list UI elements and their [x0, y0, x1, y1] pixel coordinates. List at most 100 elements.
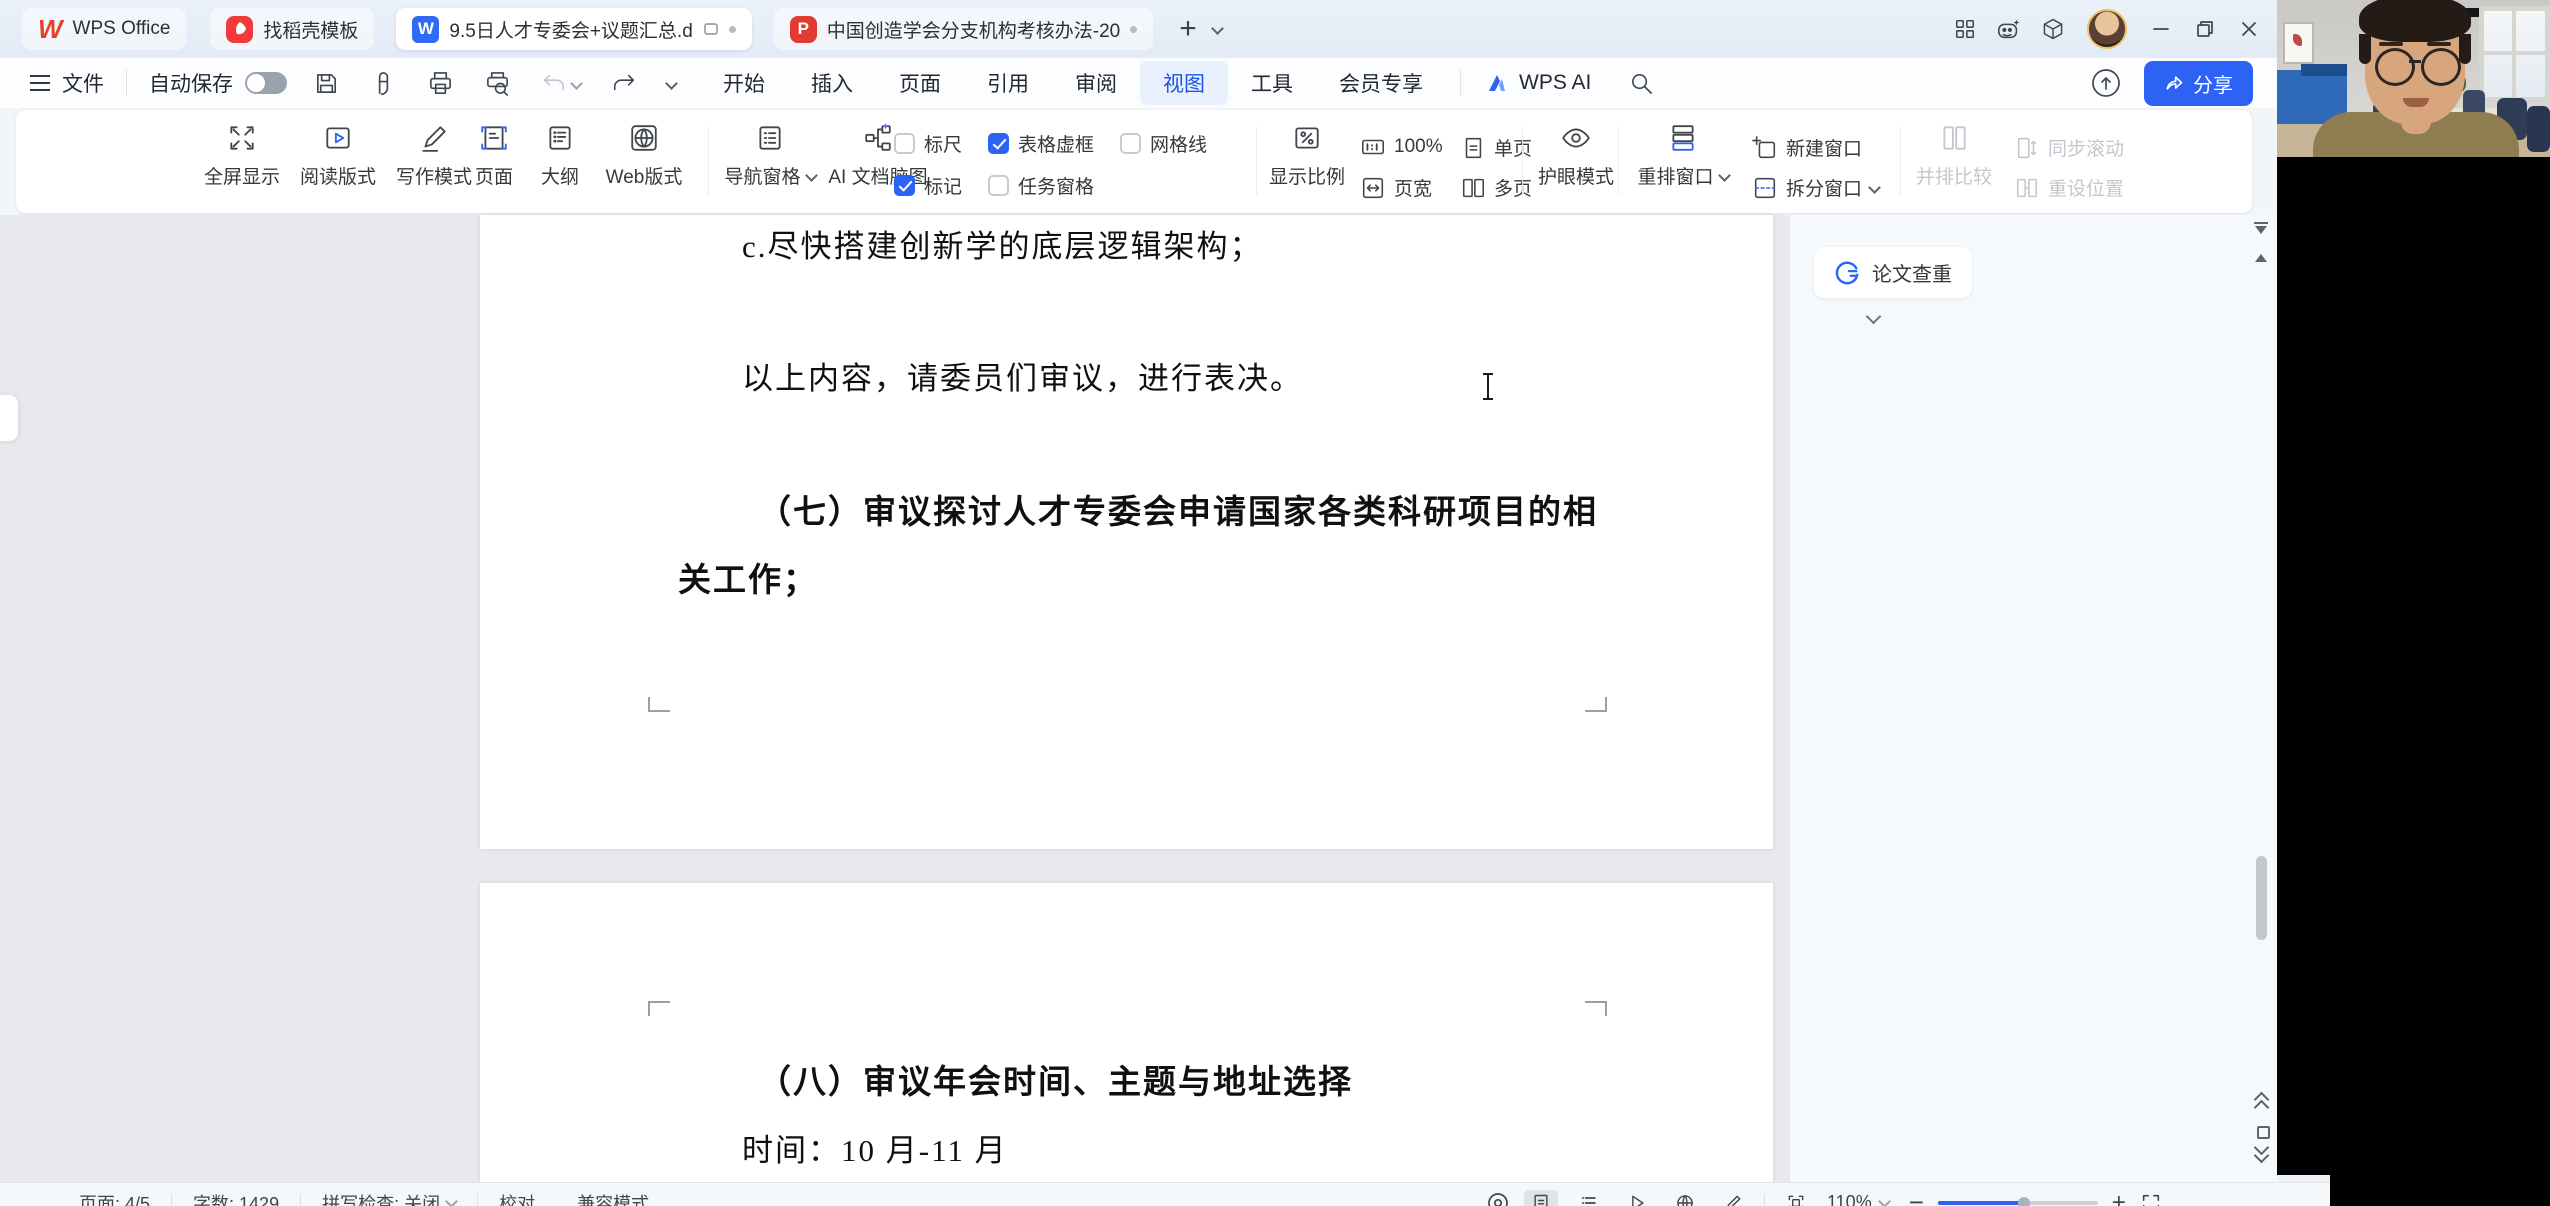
search-icon[interactable]	[1629, 71, 1654, 96]
select-browse-object-button[interactable]	[2257, 1126, 2270, 1139]
print-icon[interactable]	[427, 70, 454, 97]
spell-check-status[interactable]: 拼写检查: 关闭	[301, 1190, 477, 1206]
scroll-up-arrow[interactable]	[2255, 254, 2267, 262]
ai-mindmap-icon	[865, 123, 891, 151]
redo-button[interactable]	[611, 70, 637, 96]
outline-mode-button[interactable]	[1572, 1190, 1606, 1206]
menu-insert[interactable]: 插入	[788, 61, 876, 105]
vertical-scrollbar-thumb[interactable]	[2256, 856, 2267, 940]
apps-cube-icon[interactable]	[2031, 9, 2075, 49]
read-mode-button[interactable]: 阅读版式	[290, 123, 386, 189]
eye-protect-mode-button[interactable]: 护眼模式	[1532, 123, 1620, 189]
fit-page-button[interactable]	[1779, 1190, 1813, 1206]
menu-tools[interactable]: 工具	[1228, 61, 1316, 105]
print-preview-icon[interactable]	[484, 70, 511, 97]
zoom-slider-handle[interactable]	[2017, 1196, 2030, 1206]
screen: W WPS Office 找稻壳模板 W 9.5日人才专委会+议题汇总.d P …	[0, 0, 2550, 1206]
nav-pane-icon	[759, 126, 781, 150]
fullscreen-status-icon[interactable]	[2140, 1192, 2162, 1206]
checkbox-task-pane[interactable]: 任务窗格	[988, 172, 1094, 199]
zoom-in-button[interactable]: +	[2112, 1189, 2126, 1206]
close-window-button[interactable]	[2227, 9, 2271, 49]
web-mode-status-button[interactable]	[1668, 1190, 1702, 1206]
hamburger-icon	[30, 81, 50, 85]
webcam-video[interactable]	[2277, 0, 2550, 157]
doc-line: 时间：10 月-11 月	[742, 1133, 1008, 1168]
autosave-toggle[interactable]	[245, 72, 287, 94]
assistant-robot-icon[interactable]	[1987, 9, 2031, 49]
read-mode-status-button[interactable]	[1620, 1190, 1654, 1206]
cloud-upload-icon[interactable]	[2090, 67, 2122, 99]
web-layout-button[interactable]: Web版式	[594, 123, 694, 189]
write-mode-status-button[interactable]	[1716, 1190, 1750, 1206]
checkbox-box	[1120, 133, 1141, 154]
scroll-jump-icon[interactable]	[2254, 222, 2268, 234]
eye-protect-status-icon[interactable]	[1486, 1191, 1510, 1206]
new-tab-button[interactable]: +	[1179, 14, 1197, 44]
zoom-out-button[interactable]: −	[1909, 1187, 1924, 1206]
margin-corner-mark	[1585, 697, 1607, 712]
previous-page-button[interactable]	[2252, 1091, 2270, 1116]
menu-page[interactable]: 页面	[876, 61, 964, 105]
zoom-level-control[interactable]: 110%	[1827, 1192, 1891, 1206]
side-by-side-icon	[1943, 126, 1966, 150]
more-quick-actions-chevron-icon[interactable]	[665, 76, 678, 90]
eyebrow	[2427, 42, 2451, 46]
sidebar-handle[interactable]	[0, 394, 19, 442]
checkbox-box	[988, 175, 1009, 196]
file-menu[interactable]: 文件	[30, 68, 104, 98]
tab-list-chevron-icon[interactable]	[1210, 21, 1224, 35]
zoom-ratio-button[interactable]: 显示比例	[1266, 123, 1348, 189]
blue-cabinet-top	[2301, 64, 2347, 76]
page-view-button[interactable]: 页面	[462, 123, 526, 189]
export-pdf-icon[interactable]	[370, 70, 397, 97]
menu-member[interactable]: 会员专享	[1316, 61, 1446, 105]
word-count[interactable]: 字数: 1429	[172, 1190, 300, 1206]
checkbox-ruler[interactable]: 标尺	[894, 130, 962, 157]
zoom-level-value: 110%	[1827, 1192, 1872, 1206]
share-button[interactable]: 分享	[2144, 60, 2253, 106]
restore-window-button[interactable]	[2183, 9, 2227, 49]
zoom-slider[interactable]	[1937, 1196, 2098, 1206]
undo-button[interactable]	[541, 70, 583, 96]
save-icon[interactable]	[313, 70, 340, 97]
plagiarism-check-button[interactable]: 论文查重	[1814, 247, 1972, 298]
zoom-100-button[interactable]: 100%	[1360, 134, 1443, 160]
full-screen-button[interactable]: 全屏显示	[196, 123, 288, 189]
glasses-left-lens	[2375, 48, 2415, 86]
document-page-2[interactable]: （八）审议年会时间、主题与地址选择 时间：10 月-11 月	[480, 883, 1773, 1184]
checkbox-label: 任务窗格	[1018, 177, 1095, 198]
document-page-1[interactable]: c.尽快搭建创新学的底层逻辑架构； 以上内容，请委员们审议，进行表决。 （七）审…	[480, 215, 1773, 849]
wps-ai-menu[interactable]: WPS AI	[1475, 71, 1601, 95]
menu-view[interactable]: 视图	[1140, 61, 1228, 114]
task-grid-icon[interactable]	[1943, 9, 1987, 49]
tab-docer-template[interactable]: 找稻壳模板	[210, 8, 375, 50]
page-indicator[interactable]: 页面: 4/5	[58, 1190, 171, 1206]
checkbox-table-gridlines[interactable]: 表格虚框	[988, 130, 1094, 157]
menu-start[interactable]: 开始	[700, 61, 788, 105]
page-width-button[interactable]: 页宽	[1360, 174, 1432, 201]
presenter-sideburn	[2459, 34, 2471, 64]
next-page-button[interactable]	[2252, 1139, 2270, 1164]
full-screen-icon	[230, 126, 254, 150]
checkbox-markup[interactable]: 标记	[894, 172, 962, 199]
rearrange-windows-button[interactable]: 重排窗口	[1628, 123, 1738, 189]
tab-pdf[interactable]: P 中国创造学会分支机构考核办法-20	[773, 8, 1154, 50]
new-window-button[interactable]: 新建窗口	[1752, 134, 1862, 161]
proofread-button[interactable]: 校对	[478, 1190, 556, 1206]
panel-collapse-chevron-icon[interactable]	[1865, 308, 1882, 325]
user-avatar[interactable]	[2087, 9, 2127, 49]
outline-view-button[interactable]: 大纲	[528, 123, 592, 189]
minimize-button[interactable]	[2139, 9, 2183, 49]
menu-reference[interactable]: 引用	[964, 61, 1052, 105]
home-tab[interactable]: W WPS Office	[22, 8, 187, 50]
split-window-button[interactable]: 拆分窗口	[1752, 174, 1881, 201]
nav-pane-button[interactable]: 导航窗格	[716, 123, 824, 189]
wps-logo-icon: W	[38, 13, 63, 44]
checkbox-grid[interactable]: 网格线	[1120, 130, 1207, 157]
menu-review[interactable]: 审阅	[1052, 61, 1140, 105]
tab-document-active[interactable]: W 9.5日人才专委会+议题汇总.d	[396, 8, 752, 50]
menu-bar: 文件 自动保存 开始 插入 页面 引用 审阅 视图 工具 会员专享 WPS AI…	[0, 58, 2277, 114]
right-tool-panel: 论文查重	[1790, 215, 2277, 1184]
page-view-mode-button[interactable]	[1524, 1189, 1558, 1206]
